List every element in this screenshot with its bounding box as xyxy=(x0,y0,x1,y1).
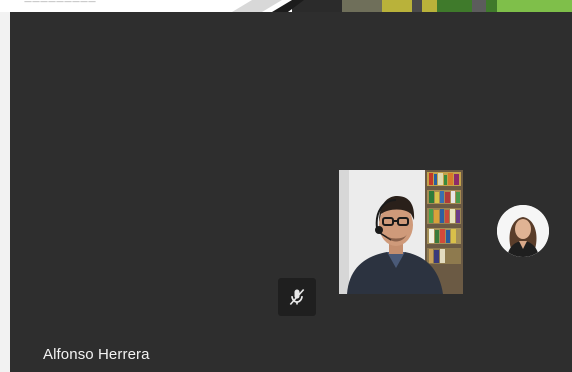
mic-off-button[interactable] xyxy=(278,278,316,316)
participant-avatar[interactable] xyxy=(497,205,549,257)
participant-name: Alfonso Herrera xyxy=(43,346,150,363)
shared-content-caption: ————————— xyxy=(24,0,96,6)
mic-off-icon xyxy=(289,288,305,306)
meeting-stage: Alfonso Herrera xyxy=(10,12,572,372)
shared-content-strip: ————————— xyxy=(0,0,572,12)
shared-content-graphic xyxy=(232,0,572,12)
participant-video-tile[interactable] xyxy=(339,170,463,294)
participant-video xyxy=(339,170,463,294)
avatar xyxy=(497,205,549,257)
